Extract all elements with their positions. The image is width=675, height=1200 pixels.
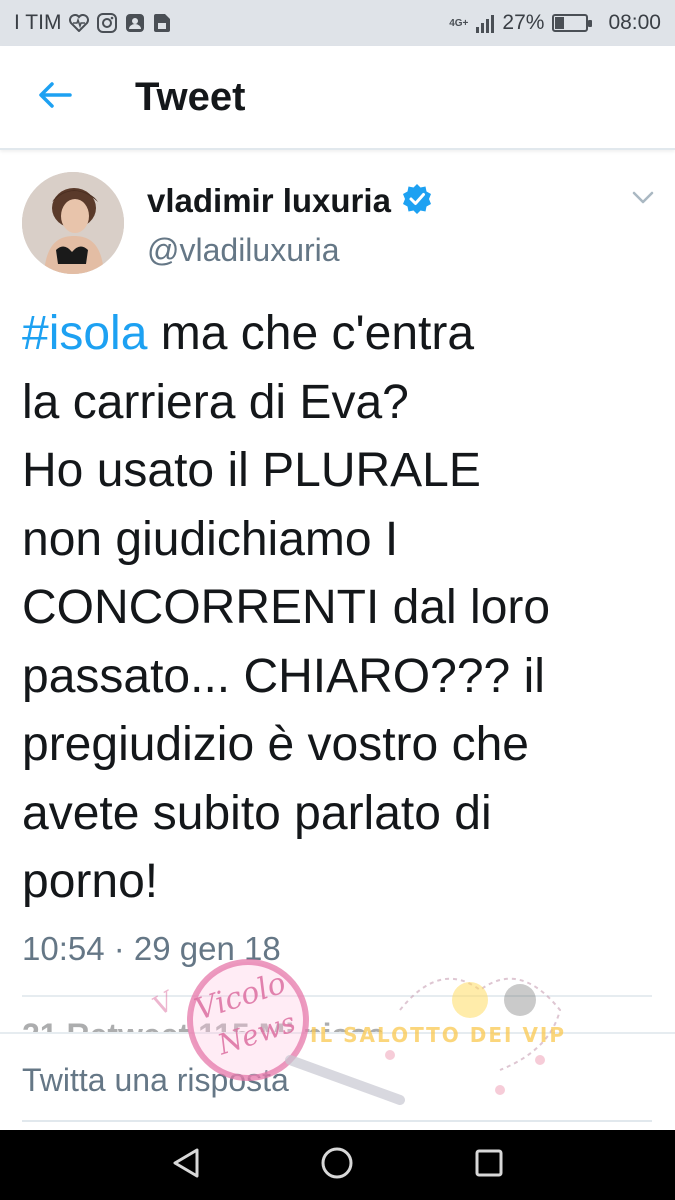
- heart-icon: [69, 14, 90, 32]
- nav-back-button[interactable]: [156, 1135, 216, 1195]
- tweet-text: #isola ma che c'entra la carriera di Eva…: [22, 300, 652, 917]
- hashtag-link[interactable]: #isola: [22, 307, 147, 360]
- reply-input[interactable]: Twitta una risposta: [22, 1062, 289, 1099]
- square-recents-icon: [474, 1148, 504, 1183]
- tweet-text-fragment: ma che c'entra: [147, 307, 475, 360]
- status-bar-left: I TIM: [14, 11, 171, 35]
- author-name[interactable]: vladimir luxuria: [147, 182, 391, 220]
- app-header: Tweet: [0, 46, 675, 150]
- system-nav-bar: [0, 1130, 675, 1200]
- nav-recents-button[interactable]: [459, 1135, 519, 1195]
- instagram-icon: [97, 13, 118, 33]
- tweet-timestamp: 10:54 · 29 gen 18: [22, 930, 281, 967]
- carrier-label: I TIM: [14, 11, 62, 34]
- back-button[interactable]: [0, 45, 110, 149]
- tweet-text-line: la carriera di Eva?: [22, 375, 409, 429]
- clock: 08:00: [608, 11, 661, 34]
- tweet-text-line: non giudichiamo I: [22, 512, 399, 566]
- divider: [22, 1120, 652, 1122]
- battery-icon: [552, 14, 593, 32]
- verified-badge-icon: [401, 183, 433, 220]
- status-bar: I TIM 4G+ 27% 08:00: [0, 0, 675, 46]
- author-row: vladimir luxuria: [147, 182, 433, 220]
- divider: [22, 995, 652, 997]
- arrow-left-icon: [38, 81, 72, 114]
- reply-bar: Twitta una risposta: [0, 1032, 675, 1130]
- signal-icon: [476, 13, 495, 33]
- tweet-text-line: CONCORRENTI dal loro: [22, 581, 551, 634]
- tweet-text-line: porno!: [22, 855, 159, 908]
- contacts-icon: [125, 13, 145, 33]
- sim-card-icon: [153, 13, 171, 33]
- tweet-text-line: Ho usato il PLURALE: [22, 444, 481, 497]
- battery-fill: [555, 17, 564, 29]
- circle-home-icon: [320, 1146, 354, 1185]
- chevron-down-icon: [631, 191, 655, 210]
- battery-percent: 27%: [502, 11, 545, 34]
- status-bar-right: 4G+ 27% 08:00: [449, 11, 661, 35]
- nav-home-button[interactable]: [307, 1135, 367, 1195]
- triangle-back-icon: [171, 1147, 201, 1184]
- tweet-text-line: avete subito parlato di: [22, 786, 492, 840]
- tweet-text-line: passato... CHIARO??? il: [22, 649, 545, 703]
- tweet-text-line: pregiudizio è vostro che: [22, 718, 529, 771]
- tweet-text-line: #isola ma che c'entra: [22, 300, 652, 369]
- page-title: Tweet: [135, 74, 246, 119]
- tweet-options-button[interactable]: [631, 190, 655, 211]
- avatar[interactable]: [22, 172, 124, 274]
- author-handle[interactable]: @vladiluxuria: [147, 232, 340, 269]
- network-type-label: 4G+: [449, 17, 469, 29]
